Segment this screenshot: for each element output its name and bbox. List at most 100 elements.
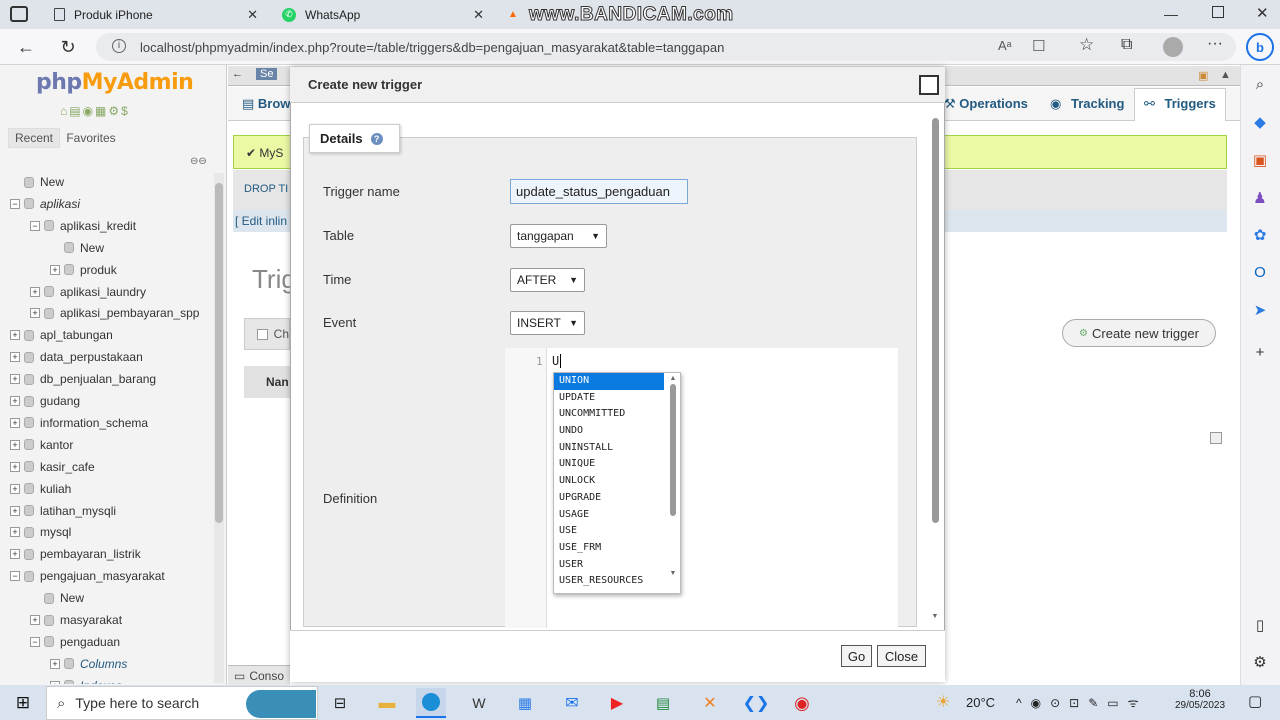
tree-item[interactable]: + Indexes (50, 676, 122, 684)
tab-actions-icon[interactable] (10, 6, 28, 22)
edge-icon[interactable] (416, 688, 446, 718)
tree-item[interactable]: + aplikasi_pembayaran_spp (30, 303, 199, 323)
dialog-scrollbar[interactable]: ▼ (930, 112, 940, 624)
autocomplete-item[interactable]: UNION (554, 373, 664, 390)
record-icon[interactable]: ◉ (787, 688, 817, 718)
expand-icon[interactable]: + (50, 658, 60, 669)
autocomplete-scrollbar[interactable]: ▲ ▼ (668, 375, 678, 590)
tree-item[interactable]: + kasir_cafe (10, 457, 95, 477)
windows-start-icon[interactable]: ⊞ (8, 688, 38, 718)
tray-icons[interactable]: ^◉⊙⊡✎▭ᯤ (1016, 694, 1148, 711)
expand-icon[interactable]: + (10, 396, 20, 406)
m365-icon[interactable]: ✿ (1248, 223, 1272, 247)
tab-whatsapp[interactable]: ✆ WhatsApp ✕ (272, 0, 494, 29)
trigger-name-input[interactable]: update_status_pengaduan (510, 179, 688, 204)
tree-item[interactable]: + gudang (10, 391, 80, 411)
sidebar-toggle-icon[interactable]: ▯ (1248, 613, 1272, 637)
clock[interactable]: 8:06 29/05/2023 (1170, 688, 1230, 711)
outlook-icon[interactable]: O (1248, 260, 1272, 284)
link-icon[interactable]: ⊖⊖ (190, 156, 207, 167)
expand-icon[interactable]: + (10, 505, 20, 516)
tree-item[interactable]: − pengaduan (30, 632, 120, 652)
notification-icon[interactable]: ▢ (1248, 692, 1262, 710)
tree-item[interactable]: − pengajuan_masyarakat (10, 566, 165, 586)
expand-icon[interactable]: + (50, 264, 60, 275)
close-window-icon[interactable]: ✕ (1256, 4, 1269, 22)
spreadsheet-icon[interactable]: ▤ (648, 688, 678, 718)
app-available-icon[interactable]: ☐ (1032, 37, 1045, 55)
bing-icon[interactable]: b (1246, 33, 1274, 61)
nav-scrollbar[interactable] (214, 173, 224, 683)
autocomplete-item[interactable]: USE (554, 523, 680, 540)
go-button[interactable]: Go (841, 645, 872, 667)
event-select[interactable]: INSERT ▼ (510, 311, 585, 335)
expand-icon[interactable]: + (10, 439, 20, 450)
url-field[interactable]: i localhost/phpmyadmin/index.php?route=/… (96, 33, 1236, 61)
collections-icon[interactable]: ⧉ (1121, 36, 1132, 54)
server-crumb[interactable]: Se (256, 68, 278, 80)
tree-item[interactable]: + masyarakat (30, 610, 122, 630)
xampp-icon[interactable]: ✕ (695, 688, 725, 718)
expand-icon[interactable]: + (10, 461, 20, 472)
home-icon[interactable]: ⌂▤◉▦⚙$ (60, 104, 130, 118)
maximize-icon[interactable] (1212, 6, 1224, 18)
expand-icon[interactable]: + (10, 549, 20, 560)
time-select[interactable]: AFTER ▼ (510, 268, 585, 292)
tree-item[interactable]: + kantor (10, 435, 73, 455)
autocomplete-item[interactable]: UNCOMMITTED (554, 406, 680, 423)
autocomplete-list[interactable]: UNION UPDATE UNCOMMITTED UNDO UNINSTALL UNIQU… (553, 372, 681, 594)
autocomplete-item[interactable]: UPDATE (554, 390, 680, 407)
tree-item[interactable]: + produk (50, 260, 117, 280)
page-settings-icon[interactable] (1210, 432, 1222, 444)
tag-icon[interactable]: ◆ (1248, 110, 1272, 134)
tab-browse[interactable]: ▤ Brow (242, 96, 290, 112)
weather-temp[interactable]: 20°C (966, 695, 995, 710)
task-view-icon[interactable]: ⊟ (325, 688, 355, 718)
create-new-trigger-button[interactable]: ⚙ Create new trigger (1062, 319, 1216, 347)
file-explorer-icon[interactable]: ▬ (372, 688, 402, 718)
expand-icon[interactable]: + (30, 308, 40, 319)
pma-logo[interactable]: phpMyAdmin (36, 70, 194, 95)
tree-item[interactable]: − aplikasi_kredit (30, 216, 136, 236)
expand-icon[interactable]: + (30, 615, 40, 625)
autocomplete-item[interactable]: UNDO (554, 423, 680, 440)
profile-icon[interactable] (1163, 37, 1183, 57)
minimize-icon[interactable]: — (1164, 6, 1178, 22)
tab-bandicam[interactable]: ▲ www.BANDICAM.com (496, 0, 766, 29)
store-icon[interactable]: ▦ (510, 688, 540, 718)
autocomplete-item[interactable]: USAGE (554, 507, 680, 524)
tree-item[interactable]: + pembayaran_listrik (10, 544, 141, 564)
autocomplete-item[interactable]: USER_RESOURCES (554, 573, 680, 590)
tree-item[interactable]: + apl_tabungan (10, 325, 113, 345)
shopping-icon[interactable]: ▣ (1248, 148, 1272, 172)
collapse-icon[interactable]: ← (232, 68, 243, 80)
tab-produk-iphone[interactable]: Produk iPhone ✕ (44, 0, 268, 29)
tab-operations[interactable]: ⚒ Operations (944, 96, 1028, 112)
favorites-icon[interactable]: ☆ (1079, 35, 1094, 55)
close-icon[interactable]: ✕ (473, 7, 484, 23)
tree-item[interactable]: + mysql (10, 522, 71, 542)
recent-tab[interactable]: Recent (8, 128, 60, 148)
tree-item[interactable]: + information_schema (10, 413, 148, 433)
info-icon[interactable]: i (112, 39, 126, 53)
expand-icon[interactable]: + (10, 417, 20, 428)
tree-item[interactable]: + aplikasi_laundry (30, 282, 146, 302)
expand-icon[interactable]: − (30, 636, 40, 647)
expand-icon[interactable]: + (10, 483, 20, 494)
close-button[interactable]: Close (877, 645, 926, 667)
tree-item[interactable]: − aplikasi (10, 194, 80, 214)
tree-item[interactable]: + Columns (50, 654, 127, 674)
tab-tracking[interactable]: ◉ Tracking (1050, 96, 1124, 112)
autocomplete-item[interactable]: UNIQUE (554, 456, 680, 473)
autocomplete-item[interactable]: UNLOCK (554, 473, 680, 490)
edit-inline-link[interactable]: [ Edit inlin (235, 214, 287, 228)
checkbox-icon[interactable] (257, 328, 268, 340)
drop-link[interactable]: DROP TI (244, 183, 288, 195)
expand-icon[interactable]: + (10, 527, 20, 538)
tree-item[interactable]: + latihan_mysqli (10, 501, 116, 521)
settings-icon[interactable]: ⚙ (1248, 650, 1272, 674)
expand-icon[interactable]: − (10, 198, 20, 209)
youtube-icon[interactable]: ▶ (602, 688, 632, 718)
console-bar[interactable]: ▭ Conso (228, 665, 290, 685)
refresh-icon[interactable]: ↻ (56, 35, 80, 59)
